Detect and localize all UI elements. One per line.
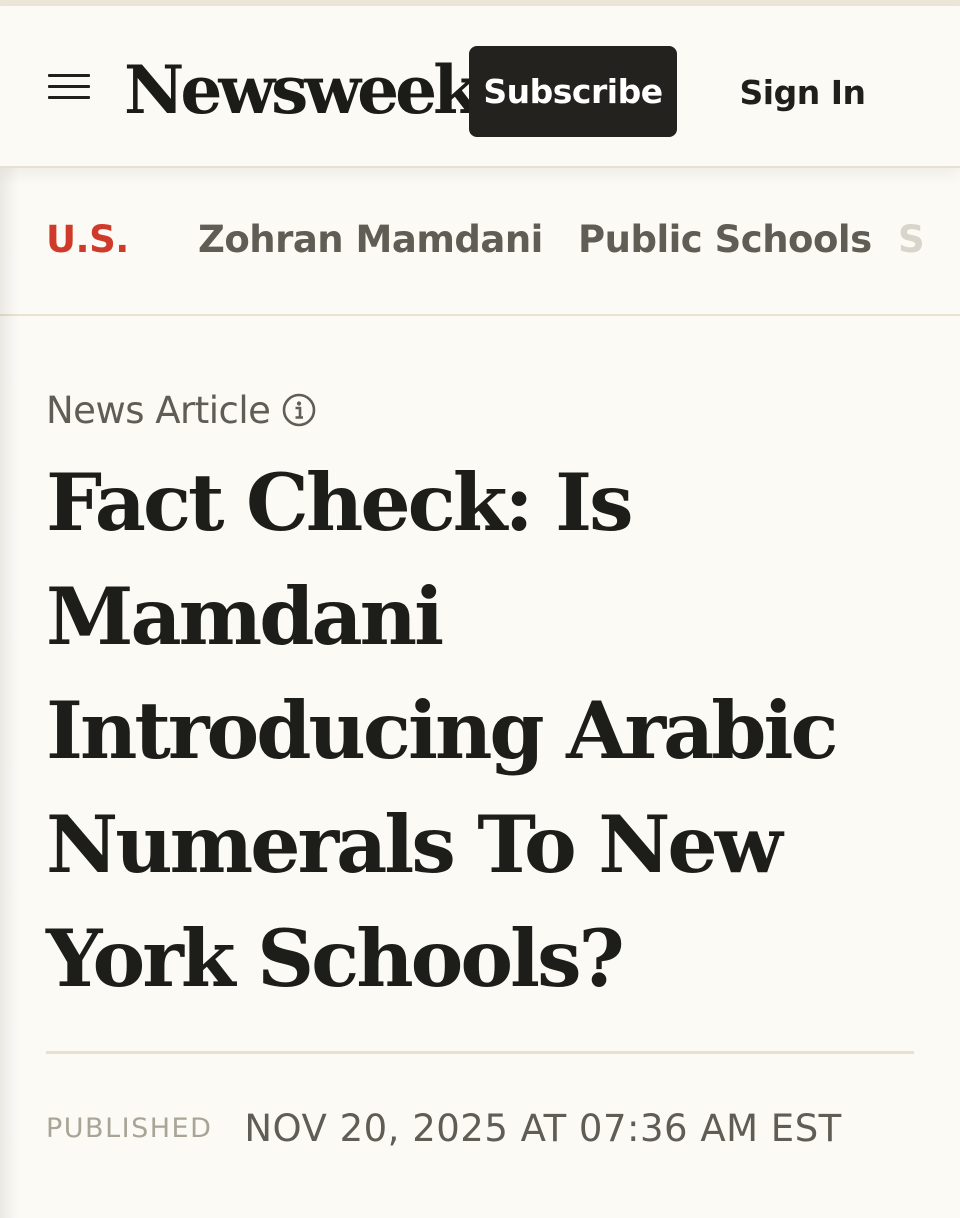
menu-bar-bottom	[48, 96, 90, 99]
topic-public-schools[interactable]: Public Schools	[578, 216, 872, 264]
published-date: NOV 20, 2025 AT 07:36 AM EST	[244, 1106, 842, 1150]
site-header: Newsweek Subscribe Sign In	[0, 6, 960, 168]
topic-zohran-mamdani[interactable]: Zohran Mamdani	[198, 216, 543, 264]
topic-us[interactable]: U.S.	[46, 216, 129, 264]
published-row: PUBLISHED NOV 20, 2025 AT 07:36 AM EST	[46, 1100, 842, 1156]
subscribe-button[interactable]: Subscribe	[469, 46, 677, 137]
article-type-row: News Article	[46, 384, 316, 436]
article-type-label: News Article	[46, 388, 271, 432]
left-edge-shadow	[0, 168, 18, 1218]
topics-nav: U.S. Zohran Mamdani Public Schools S	[0, 168, 960, 316]
published-label: PUBLISHED	[46, 1112, 213, 1144]
headline-divider	[46, 1051, 914, 1054]
topic-overflow[interactable]: S	[898, 216, 925, 264]
article-headline: Fact Check: Is Mamdani Introducing Arabi…	[46, 456, 839, 1005]
hamburger-menu-icon[interactable]	[46, 68, 92, 104]
info-icon[interactable]	[282, 393, 316, 427]
menu-bar-middle	[48, 85, 90, 88]
newsweek-logo[interactable]: Newsweek	[124, 50, 479, 130]
menu-bar-top	[48, 74, 90, 77]
sign-in-link[interactable]: Sign In	[730, 64, 875, 120]
